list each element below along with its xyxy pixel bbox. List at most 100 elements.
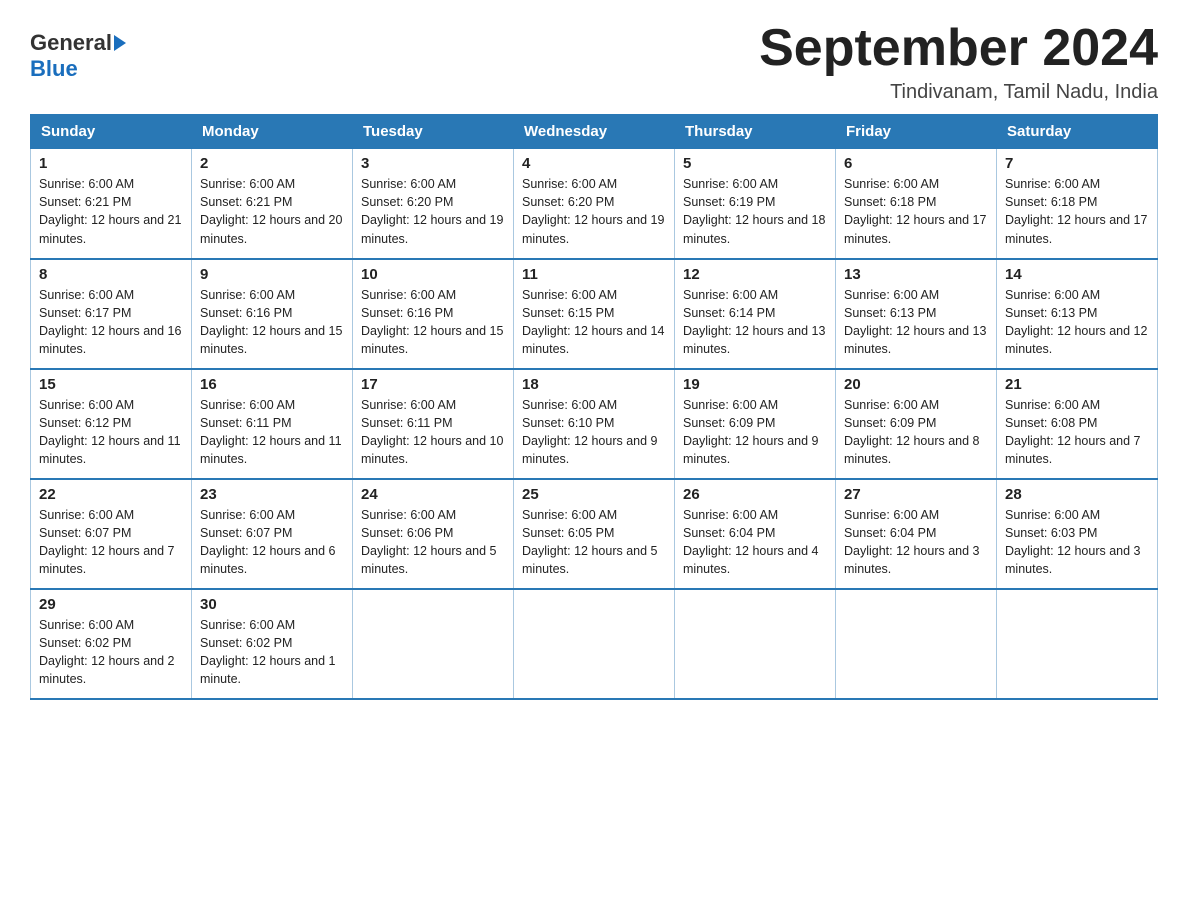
day-info: Sunrise: 6:00 AMSunset: 6:03 PMDaylight:… [1005, 506, 1149, 579]
week-row-4: 22Sunrise: 6:00 AMSunset: 6:07 PMDayligh… [31, 479, 1158, 589]
day-info: Sunrise: 6:00 AMSunset: 6:21 PMDaylight:… [39, 175, 183, 248]
day-info: Sunrise: 6:00 AMSunset: 6:13 PMDaylight:… [1005, 286, 1149, 359]
header-monday: Monday [192, 115, 353, 149]
day-cell-16: 16 Sunrise: 6:00 AMSunset: 6:11 PMDayligh… [192, 369, 353, 479]
day-cell-10: 10 Sunrise: 6:00 AMSunset: 6:16 PMDayligh… [353, 259, 514, 369]
day-number: 5 [683, 155, 827, 172]
day-info: Sunrise: 6:00 AMSunset: 6:11 PMDaylight:… [200, 396, 344, 469]
day-info: Sunrise: 6:00 AMSunset: 6:07 PMDaylight:… [200, 506, 344, 579]
day-cell-11: 11 Sunrise: 6:00 AMSunset: 6:15 PMDayligh… [514, 259, 675, 369]
day-cell-28: 28 Sunrise: 6:00 AMSunset: 6:03 PMDayligh… [997, 479, 1158, 589]
day-number: 15 [39, 376, 183, 393]
header-saturday: Saturday [997, 115, 1158, 149]
day-number: 29 [39, 596, 183, 613]
logo-blue-text: Blue [30, 56, 78, 82]
logo-triangle-icon [114, 35, 126, 51]
day-info: Sunrise: 6:00 AMSunset: 6:19 PMDaylight:… [683, 175, 827, 248]
day-cell-9: 9 Sunrise: 6:00 AMSunset: 6:16 PMDaylight… [192, 259, 353, 369]
day-number: 2 [200, 155, 344, 172]
day-cell-30: 30 Sunrise: 6:00 AMSunset: 6:02 PMDayligh… [192, 589, 353, 699]
day-number: 9 [200, 266, 344, 283]
day-cell-23: 23 Sunrise: 6:00 AMSunset: 6:07 PMDayligh… [192, 479, 353, 589]
day-info: Sunrise: 6:00 AMSunset: 6:10 PMDaylight:… [522, 396, 666, 469]
day-info: Sunrise: 6:00 AMSunset: 6:18 PMDaylight:… [1005, 175, 1149, 248]
week-row-5: 29 Sunrise: 6:00 AMSunset: 6:02 PMDayligh… [31, 589, 1158, 699]
day-number: 1 [39, 155, 183, 172]
day-info: Sunrise: 6:00 AMSunset: 6:20 PMDaylight:… [522, 175, 666, 248]
header-row: SundayMondayTuesdayWednesdayThursdayFrid… [31, 115, 1158, 149]
header-friday: Friday [836, 115, 997, 149]
day-info: Sunrise: 6:00 AMSunset: 6:04 PMDaylight:… [683, 506, 827, 579]
day-cell-25: 25Sunrise: 6:00 AMSunset: 6:05 PMDayligh… [514, 479, 675, 589]
title-block: September 2024 Tindivanam, Tamil Nadu, I… [759, 20, 1158, 104]
day-number: 10 [361, 266, 505, 283]
day-cell-29: 29 Sunrise: 6:00 AMSunset: 6:02 PMDayligh… [31, 589, 192, 699]
day-cell-19: 19Sunrise: 6:00 AMSunset: 6:09 PMDayligh… [675, 369, 836, 479]
day-cell-22: 22Sunrise: 6:00 AMSunset: 6:07 PMDayligh… [31, 479, 192, 589]
day-number: 14 [1005, 266, 1149, 283]
day-info: Sunrise: 6:00 AMSunset: 6:06 PMDaylight:… [361, 506, 505, 579]
day-number: 11 [522, 266, 666, 283]
day-info: Sunrise: 6:00 AMSunset: 6:09 PMDaylight:… [844, 396, 988, 469]
day-info: Sunrise: 6:00 AMSunset: 6:13 PMDaylight:… [844, 286, 988, 359]
day-info: Sunrise: 6:00 AMSunset: 6:08 PMDaylight:… [1005, 396, 1149, 469]
day-number: 6 [844, 155, 988, 172]
day-cell-13: 13Sunrise: 6:00 AMSunset: 6:13 PMDayligh… [836, 259, 997, 369]
day-cell-15: 15Sunrise: 6:00 AMSunset: 6:12 PMDayligh… [31, 369, 192, 479]
day-info: Sunrise: 6:00 AMSunset: 6:18 PMDaylight:… [844, 175, 988, 248]
day-number: 3 [361, 155, 505, 172]
day-cell-20: 20 Sunrise: 6:00 AMSunset: 6:09 PMDayligh… [836, 369, 997, 479]
day-number: 8 [39, 266, 183, 283]
day-cell-6: 6 Sunrise: 6:00 AMSunset: 6:18 PMDaylight… [836, 149, 997, 259]
day-cell-17: 17Sunrise: 6:00 AMSunset: 6:11 PMDayligh… [353, 369, 514, 479]
day-cell-5: 5 Sunrise: 6:00 AMSunset: 6:19 PMDaylight… [675, 149, 836, 259]
day-cell-7: 7 Sunrise: 6:00 AMSunset: 6:18 PMDaylight… [997, 149, 1158, 259]
header-thursday: Thursday [675, 115, 836, 149]
day-info: Sunrise: 6:00 AMSunset: 6:04 PMDaylight:… [844, 506, 988, 579]
day-number: 16 [200, 376, 344, 393]
day-cell-24: 24Sunrise: 6:00 AMSunset: 6:06 PMDayligh… [353, 479, 514, 589]
empty-cell [353, 589, 514, 699]
empty-cell [675, 589, 836, 699]
day-info: Sunrise: 6:00 AMSunset: 6:02 PMDaylight:… [39, 616, 183, 689]
day-number: 20 [844, 376, 988, 393]
day-number: 4 [522, 155, 666, 172]
day-cell-21: 21 Sunrise: 6:00 AMSunset: 6:08 PMDayligh… [997, 369, 1158, 479]
week-row-3: 15Sunrise: 6:00 AMSunset: 6:12 PMDayligh… [31, 369, 1158, 479]
day-info: Sunrise: 6:00 AMSunset: 6:17 PMDaylight:… [39, 286, 183, 359]
day-number: 19 [683, 376, 827, 393]
header-sunday: Sunday [31, 115, 192, 149]
empty-cell [514, 589, 675, 699]
day-number: 27 [844, 486, 988, 503]
day-info: Sunrise: 6:00 AMSunset: 6:14 PMDaylight:… [683, 286, 827, 359]
day-info: Sunrise: 6:00 AMSunset: 6:16 PMDaylight:… [200, 286, 344, 359]
week-row-2: 8 Sunrise: 6:00 AMSunset: 6:17 PMDaylight… [31, 259, 1158, 369]
month-title: September 2024 [759, 20, 1158, 77]
header-tuesday: Tuesday [353, 115, 514, 149]
day-number: 30 [200, 596, 344, 613]
day-number: 26 [683, 486, 827, 503]
day-number: 17 [361, 376, 505, 393]
day-info: Sunrise: 6:00 AMSunset: 6:16 PMDaylight:… [361, 286, 505, 359]
day-info: Sunrise: 6:00 AMSunset: 6:15 PMDaylight:… [522, 286, 666, 359]
day-cell-26: 26 Sunrise: 6:00 AMSunset: 6:04 PMDayligh… [675, 479, 836, 589]
day-cell-2: 2Sunrise: 6:00 AMSunset: 6:21 PMDaylight… [192, 149, 353, 259]
day-number: 21 [1005, 376, 1149, 393]
day-number: 7 [1005, 155, 1149, 172]
logo: General Blue [30, 30, 126, 82]
day-info: Sunrise: 6:00 AMSunset: 6:05 PMDaylight:… [522, 506, 666, 579]
day-info: Sunrise: 6:00 AMSunset: 6:02 PMDaylight:… [200, 616, 344, 689]
logo-general-text: General [30, 30, 112, 56]
day-cell-8: 8 Sunrise: 6:00 AMSunset: 6:17 PMDaylight… [31, 259, 192, 369]
day-number: 23 [200, 486, 344, 503]
page-header: General Blue September 2024 Tindivanam, … [30, 20, 1158, 104]
day-number: 28 [1005, 486, 1149, 503]
day-cell-1: 1 Sunrise: 6:00 AMSunset: 6:21 PMDaylight… [31, 149, 192, 259]
empty-cell [997, 589, 1158, 699]
day-info: Sunrise: 6:00 AMSunset: 6:20 PMDaylight:… [361, 175, 505, 248]
day-cell-18: 18Sunrise: 6:00 AMSunset: 6:10 PMDayligh… [514, 369, 675, 479]
day-cell-27: 27 Sunrise: 6:00 AMSunset: 6:04 PMDayligh… [836, 479, 997, 589]
header-wednesday: Wednesday [514, 115, 675, 149]
day-cell-4: 4 Sunrise: 6:00 AMSunset: 6:20 PMDaylight… [514, 149, 675, 259]
day-cell-14: 14 Sunrise: 6:00 AMSunset: 6:13 PMDayligh… [997, 259, 1158, 369]
